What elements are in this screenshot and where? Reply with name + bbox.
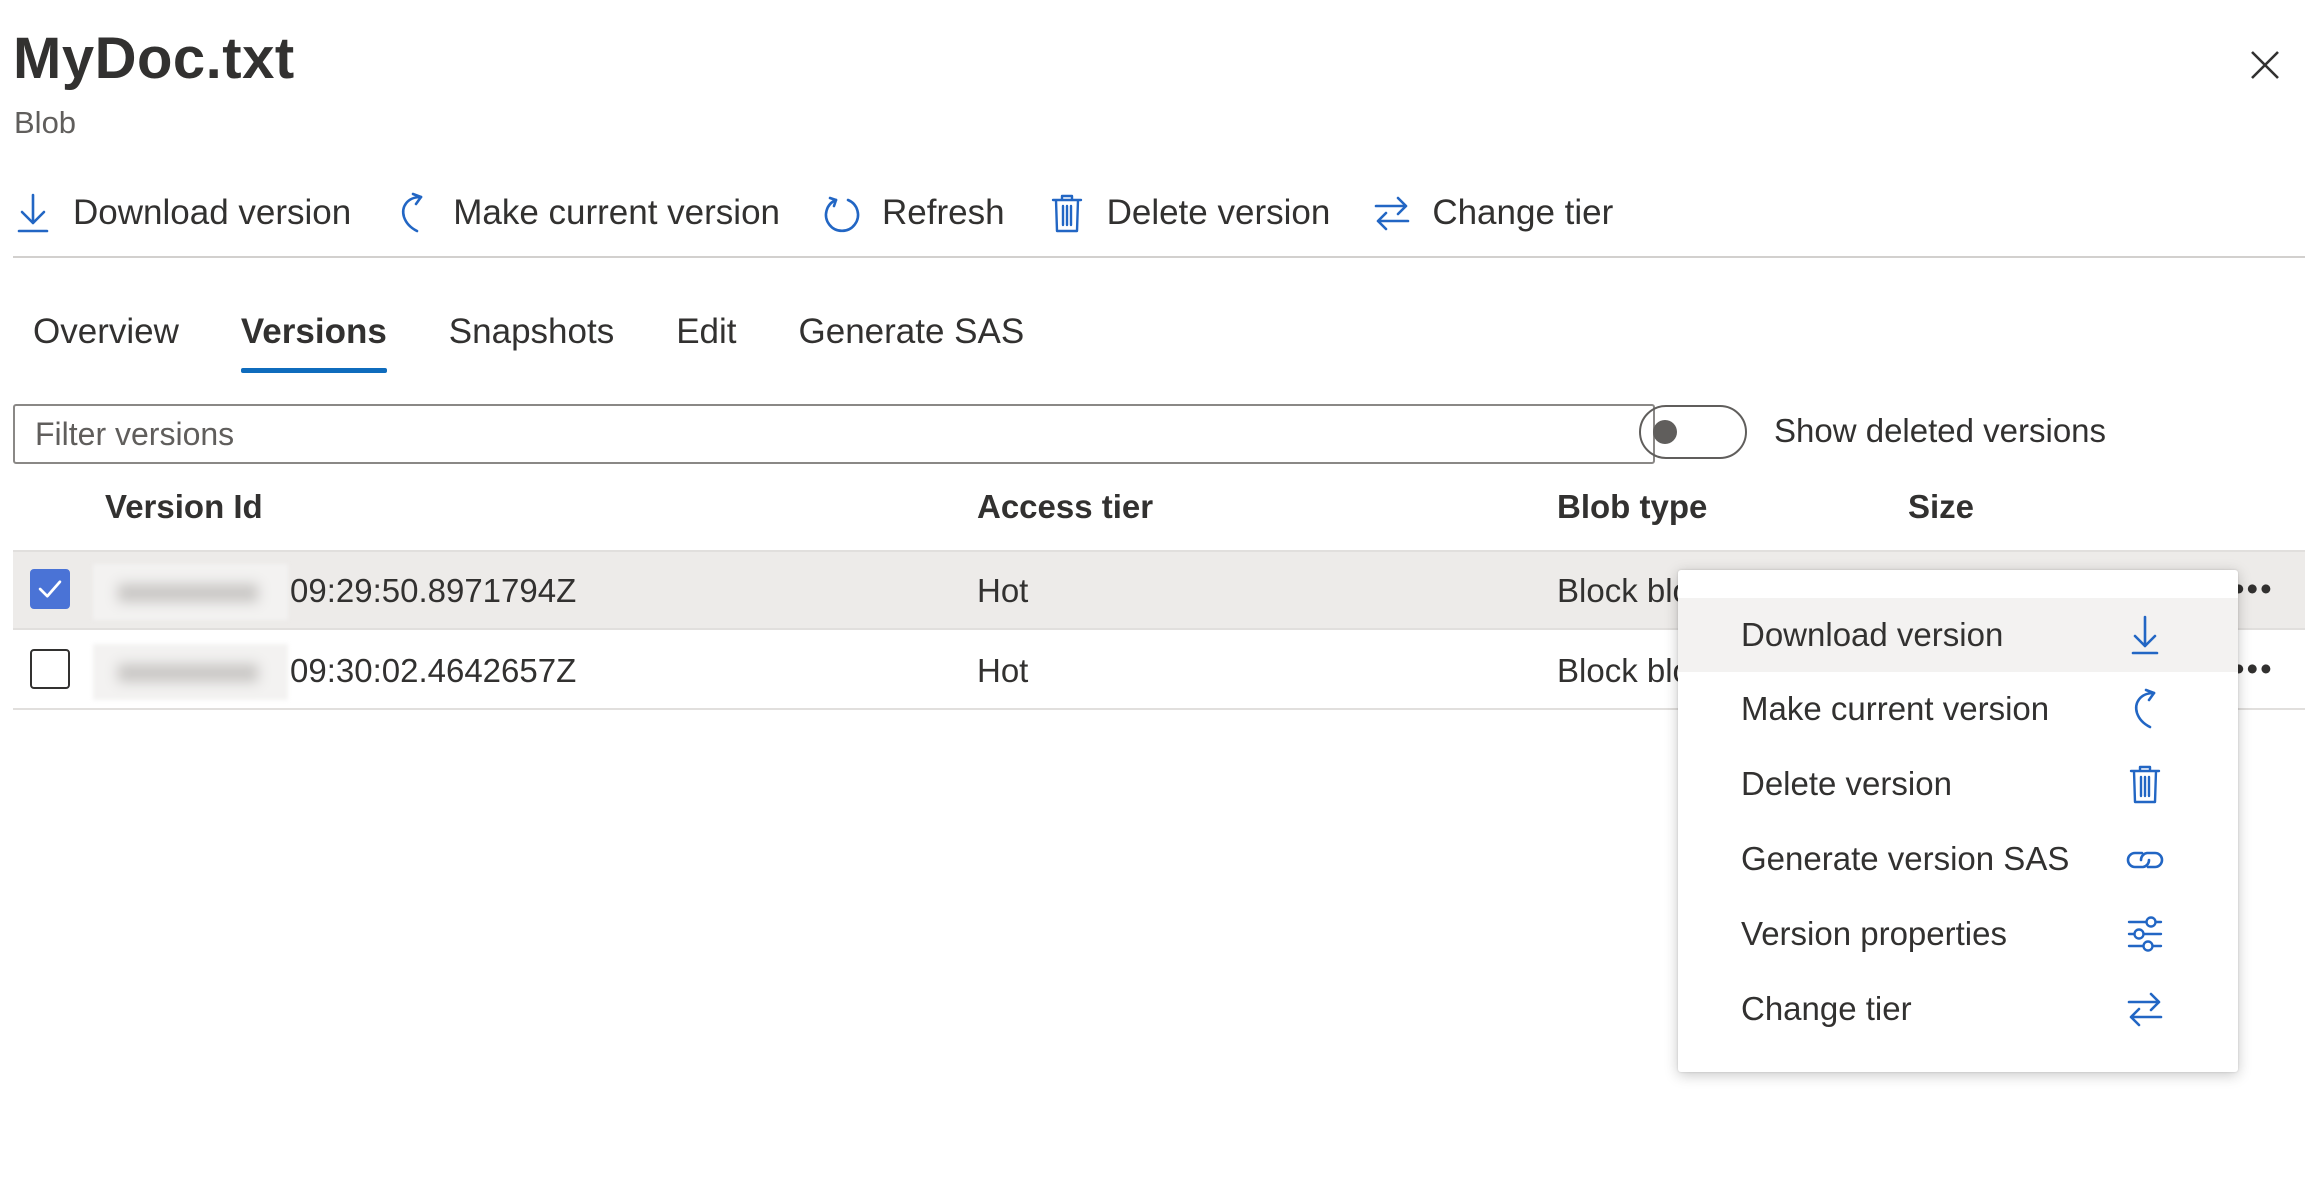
menu-item-generate-version-sas[interactable]: Generate version SAS <box>1678 822 2238 896</box>
access-tier-cell: Hot <box>977 572 1029 609</box>
delete-version-label: Delete version <box>1106 193 1331 232</box>
column-header-size[interactable]: Size <box>1908 488 1974 526</box>
blob-subtitle: Blob <box>14 105 77 140</box>
tab-list: Overview Versions Snapshots Edit Generat… <box>33 300 1086 380</box>
toolbar-divider <box>13 256 2305 258</box>
tab-snapshots[interactable]: Snapshots <box>449 300 614 373</box>
filter-versions-input[interactable] <box>13 404 1655 464</box>
column-header-access-tier[interactable]: Access tier <box>977 488 1153 526</box>
swap-arrows-icon <box>1375 196 1410 231</box>
menu-item-change-tier[interactable]: Change tier <box>1678 972 2238 1046</box>
change-tier-label: Change tier <box>1432 193 1614 232</box>
show-deleted-label: Show deleted versions <box>1774 412 2107 449</box>
make-current-version-button[interactable]: Make current version <box>393 180 780 246</box>
swap-arrows-icon <box>2127 992 2163 1027</box>
make-current-version-label: Make current version <box>453 193 781 232</box>
version-id-cell: 09:30:02.4642657Z <box>290 652 577 689</box>
checkmark-icon <box>38 580 62 598</box>
download-version-button[interactable]: Download version <box>13 180 351 246</box>
menu-item-version-properties[interactable]: Version properties <box>1678 897 2238 971</box>
link-icon <box>2126 851 2164 869</box>
make-current-icon <box>2134 688 2156 729</box>
menu-item-delete-version[interactable]: Delete version <box>1678 747 2238 821</box>
toggle-knob <box>1653 420 1677 444</box>
tab-overview[interactable]: Overview <box>33 300 179 373</box>
menu-item-download-version[interactable]: Download version <box>1678 598 2238 672</box>
refresh-label: Refresh <box>882 193 1005 232</box>
menu-item-label: Make current version <box>1741 690 2050 727</box>
redacted-version-date <box>93 564 288 620</box>
row-checkbox[interactable] <box>30 569 70 609</box>
menu-item-label: Version properties <box>1741 915 2007 952</box>
redacted-version-date <box>93 644 288 700</box>
sliders-icon <box>2127 916 2163 952</box>
command-bar: Download version Make current version Re… <box>13 180 1655 246</box>
tab-generate-sas[interactable]: Generate SAS <box>799 300 1025 373</box>
access-tier-cell: Hot <box>977 652 1029 689</box>
blob-title: MyDoc.txt <box>13 26 295 91</box>
close-icon <box>2251 51 2279 79</box>
tab-edit[interactable]: Edit <box>676 300 736 373</box>
make-current-icon <box>402 192 423 233</box>
column-header-version-id[interactable]: Version Id <box>105 488 263 526</box>
blob-type-cell: Block blo <box>1557 572 1691 609</box>
tab-versions[interactable]: Versions <box>240 300 387 373</box>
more-options-icon[interactable]: ••• <box>2233 650 2274 688</box>
refresh-button[interactable]: Refresh <box>822 180 1005 246</box>
download-icon <box>17 193 49 233</box>
show-deleted-toggle[interactable] <box>1639 405 1747 459</box>
change-tier-button[interactable]: Change tier <box>1372 180 1613 246</box>
trash-icon <box>2129 765 2161 804</box>
download-icon <box>2131 615 2159 655</box>
menu-item-make-current-version[interactable]: Make current version <box>1678 672 2238 746</box>
blob-type-cell: Block blo <box>1557 652 1691 689</box>
more-options-icon[interactable]: ••• <box>2233 570 2274 608</box>
version-context-menu: Download version Make current version De… <box>1678 570 2238 1072</box>
row-checkbox[interactable] <box>30 649 70 689</box>
version-id-cell: 09:29:50.8971794Z <box>290 572 577 609</box>
menu-item-label: Delete version <box>1741 765 1952 802</box>
menu-item-label: Change tier <box>1741 990 1912 1027</box>
delete-version-button[interactable]: Delete version <box>1047 180 1331 246</box>
refresh-icon <box>824 196 860 233</box>
menu-item-label: Download version <box>1741 616 2004 653</box>
close-button[interactable] <box>2240 40 2290 90</box>
column-header-blob-type[interactable]: Blob type <box>1557 488 1707 526</box>
trash-icon <box>1051 194 1082 233</box>
menu-item-label: Generate version SAS <box>1741 840 2070 877</box>
download-version-label: Download version <box>73 193 352 232</box>
